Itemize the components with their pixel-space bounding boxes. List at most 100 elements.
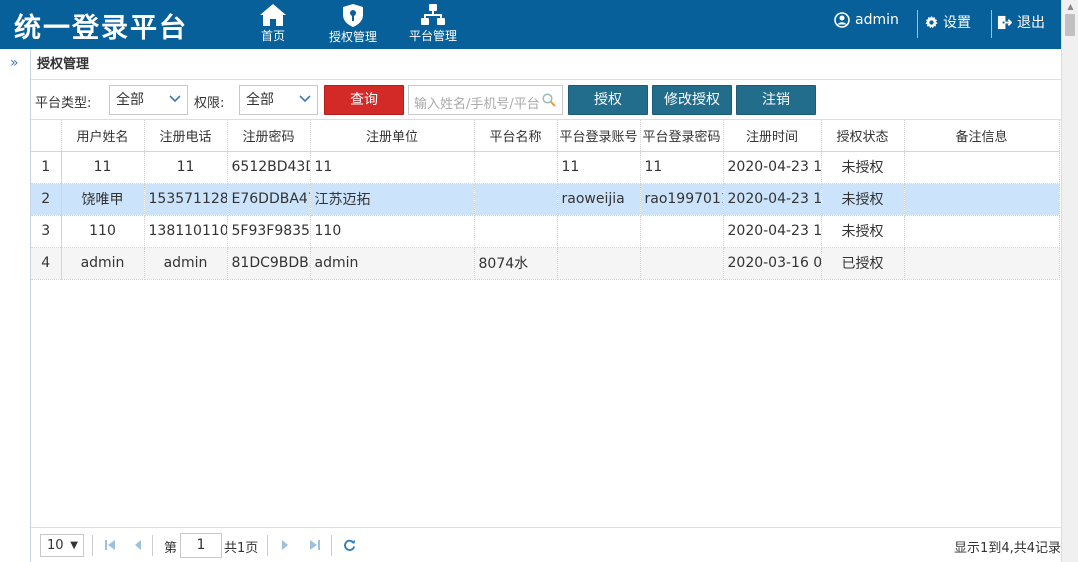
user-grid: 用户姓名 注册电话 注册密码 注册单位 平台名称 平台登录账号 平台登录密码 注… — [31, 119, 1061, 527]
row-number: 3 — [31, 215, 62, 248]
cell-register-time: 2020-04-23 11 — [723, 151, 822, 184]
toolbar: 平台类型: 全部 权限: 全部 查询 输入姓名/手机号/平台 授权 修改授权 注… — [31, 81, 1061, 119]
cell-auth-status: 未授权 — [821, 183, 905, 216]
grant-button[interactable]: 授权 — [568, 85, 648, 115]
page-number-input[interactable]: 1 — [180, 533, 222, 558]
vertical-scrollbar[interactable]: ▲ — [1061, 0, 1078, 562]
page-size-select[interactable]: 10 ▼ — [40, 534, 84, 557]
cell-auth-status: 未授权 — [821, 151, 905, 184]
col-header[interactable]: 平台登录账号 — [557, 120, 641, 152]
row-number: 4 — [31, 247, 62, 280]
modify-grant-button[interactable]: 修改授权 — [652, 85, 732, 115]
cell-remark — [904, 151, 1060, 184]
cell-account-password — [640, 215, 724, 248]
cell-password: E76DDBA47 — [227, 183, 311, 216]
search-icon[interactable] — [542, 93, 556, 107]
cell-auth-status: 未授权 — [821, 215, 905, 248]
search-input[interactable]: 输入姓名/手机号/平台 — [408, 85, 563, 115]
permission-value: 全部 — [246, 92, 274, 108]
page-prefix: 第 — [164, 541, 178, 556]
dropdown-arrow-icon: ▼ — [70, 540, 78, 551]
nav-auth-management[interactable]: 授权管理 — [318, 3, 388, 45]
table-row[interactable]: 3 110 1381101101 5F93F98352 110 2020-04-… — [31, 215, 1060, 248]
user-table: 用户姓名 注册电话 注册密码 注册单位 平台名称 平台登录账号 平台登录密码 注… — [31, 120, 1060, 280]
row-number: 2 — [31, 183, 62, 216]
scroll-up-arrow-icon[interactable]: ▲ — [1062, 0, 1078, 14]
cell-password: 81DC9BDB5 — [227, 247, 311, 280]
cell-remark — [904, 247, 1060, 280]
cell-remark — [904, 215, 1060, 248]
nav-platform-management[interactable]: 平台管理 — [398, 3, 468, 44]
user-menu[interactable]: admin — [834, 12, 899, 28]
cell-remark — [904, 183, 1060, 216]
logout-icon — [997, 15, 1012, 29]
record-info: 显示1到4,共4记录 — [954, 541, 1061, 556]
table-row[interactable]: 1 11 11 6512BD43D 11 11 11 2020-04-23 11… — [31, 151, 1060, 184]
nav-home[interactable]: 首页 — [238, 3, 308, 44]
expand-sidebar-icon[interactable]: » — [10, 55, 19, 71]
cell-account-password: 11 — [640, 151, 724, 184]
settings-link[interactable]: 设置 — [925, 12, 971, 32]
header-divider — [917, 10, 918, 38]
col-header[interactable]: 注册电话 — [144, 120, 228, 152]
cell-password: 5F93F98352 — [227, 215, 311, 248]
panel-title: 授权管理 — [31, 49, 1061, 80]
platform-type-label: 平台类型: — [35, 96, 92, 111]
cell-unit: 11 — [310, 151, 475, 184]
cell-auth-status: 已授权 — [821, 247, 905, 280]
row-number: 1 — [31, 151, 62, 184]
col-header[interactable]: 授权状态 — [821, 120, 905, 152]
logout-link[interactable]: 退出 — [997, 12, 1045, 32]
cell-register-time: 2020-03-16 09 — [723, 247, 822, 280]
platform-type-select[interactable]: 全部 — [109, 85, 188, 115]
col-header[interactable]: 用户姓名 — [61, 120, 145, 152]
col-rownum — [31, 120, 62, 152]
col-header[interactable]: 注册单位 — [310, 120, 475, 152]
permission-label: 权限: — [194, 96, 225, 111]
user-icon — [834, 12, 850, 28]
cell-platform — [474, 215, 558, 248]
cell-platform — [474, 183, 558, 216]
cell-account: 11 — [557, 151, 641, 184]
cell-unit: 110 — [310, 215, 475, 248]
col-header[interactable]: 注册密码 — [227, 120, 311, 152]
cell-username: 110 — [61, 215, 145, 248]
previous-page-icon[interactable] — [133, 538, 143, 552]
nav-auth-label: 授权管理 — [328, 30, 377, 44]
platform-type-value: 全部 — [116, 92, 144, 108]
scrollbar-thumb[interactable] — [1065, 14, 1075, 36]
cell-platform: 8074水 — [474, 247, 558, 280]
cell-username: 饶唯甲 — [61, 183, 145, 216]
table-row[interactable]: 4 admin admin 81DC9BDB5 admin 8074水 2020… — [31, 247, 1060, 280]
nav-platform-label: 平台管理 — [408, 29, 457, 43]
cell-password: 6512BD43D — [227, 151, 311, 184]
search-placeholder: 输入姓名/手机号/平台 — [414, 97, 539, 112]
cell-account: raoweijia — [557, 183, 641, 216]
settings-label: 设置 — [943, 15, 971, 31]
user-name: admin — [855, 12, 899, 28]
table-row-selected[interactable]: 2 饶唯甲 1535711280 E76DDBA47 江苏迈拓 raoweiji… — [31, 183, 1060, 216]
col-header[interactable]: 平台登录密码 — [640, 120, 724, 152]
col-header[interactable]: 平台名称 — [474, 120, 558, 152]
next-page-icon[interactable] — [280, 538, 290, 552]
cell-unit: admin — [310, 247, 475, 280]
main-panel: 授权管理 平台类型: 全部 权限: 全部 查询 输入姓名/手机号/平台 授权 修… — [31, 49, 1061, 562]
cell-username: admin — [61, 247, 145, 280]
chevron-down-icon — [169, 95, 181, 103]
query-button[interactable]: 查询 — [324, 85, 404, 115]
cell-phone: admin — [144, 247, 228, 280]
first-page-icon[interactable] — [104, 538, 116, 552]
revoke-button[interactable]: 注销 — [736, 85, 816, 115]
pager-divider — [331, 535, 332, 556]
last-page-icon[interactable] — [309, 538, 321, 552]
permission-select[interactable]: 全部 — [239, 85, 318, 115]
chevron-down-icon — [299, 95, 311, 103]
col-header[interactable]: 注册时间 — [723, 120, 822, 152]
cell-username: 11 — [61, 151, 145, 184]
col-header[interactable]: 备注信息 — [904, 120, 1060, 152]
refresh-icon[interactable] — [343, 538, 356, 552]
pager-divider — [92, 535, 93, 556]
top-header: 统一登录平台 首页 授权管理 平台管理 admin 设置 退出 — [0, 0, 1078, 49]
page-total: 共1页 — [224, 541, 259, 556]
logout-label: 退出 — [1017, 15, 1045, 31]
